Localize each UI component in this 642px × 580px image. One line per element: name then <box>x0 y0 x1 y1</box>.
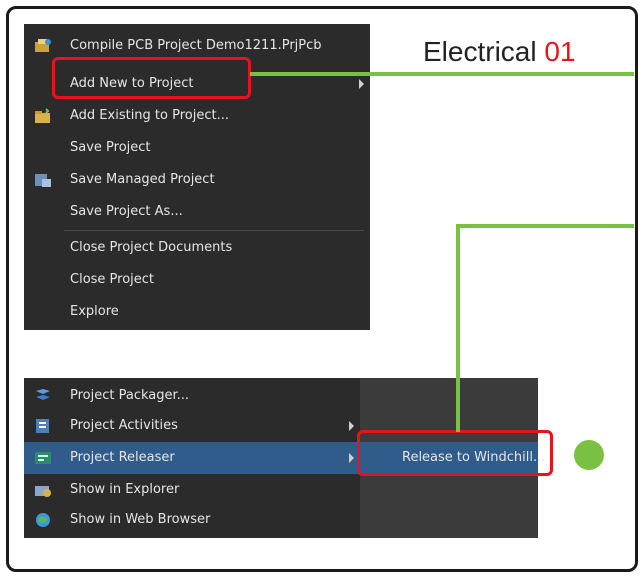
menu-item-packager[interactable]: Project Packager... <box>24 380 360 412</box>
globe-icon <box>34 512 52 528</box>
menu-item-activities[interactable]: Project Activities <box>24 410 360 442</box>
chevron-right-icon <box>359 79 364 89</box>
menu-item-label: Save Managed Project <box>70 172 215 187</box>
menu-item-label: Explore <box>70 304 119 319</box>
menu-item-releaser[interactable]: Project Releaser <box>24 442 360 474</box>
title-number: 01 <box>544 36 576 67</box>
menu-item-label: Show in Explorer <box>70 482 180 497</box>
menu-separator <box>64 230 364 231</box>
connector-line <box>456 224 460 432</box>
compile-icon <box>34 38 52 54</box>
explorer-icon <box>34 482 52 498</box>
menu-item-label: Close Project <box>70 272 155 287</box>
menu-item-label: Close Project Documents <box>70 240 233 255</box>
menu-item-save-as[interactable]: Save Project As... <box>24 196 370 228</box>
page-title: Electrical 01 <box>423 36 576 68</box>
highlight-add-new <box>52 57 251 99</box>
managed-project-icon <box>34 172 52 188</box>
menu-item-close-project[interactable]: Close Project <box>24 264 370 296</box>
menu-item-label: Add Existing to Project... <box>70 108 229 123</box>
menu-item-save-project[interactable]: Save Project <box>24 132 370 164</box>
highlight-release-windchill <box>357 430 553 476</box>
menu-item-label: Save Project <box>70 140 151 155</box>
menu-item-label: Show in Web Browser <box>70 512 211 527</box>
title-text: Electrical <box>423 36 537 67</box>
packager-icon <box>34 388 52 404</box>
menu-item-save-managed[interactable]: Save Managed Project <box>24 164 370 196</box>
releaser-icon <box>34 450 52 466</box>
menu-item-web-browser[interactable]: Show in Web Browser <box>24 504 360 536</box>
menu-item-explore[interactable]: Explore <box>24 296 370 328</box>
connector-line <box>250 72 634 76</box>
menu-item-label: Save Project As... <box>70 204 183 219</box>
menu-item-close-docs[interactable]: Close Project Documents <box>24 232 370 264</box>
chevron-right-icon <box>349 421 354 431</box>
menu-item-label: Project Packager... <box>70 388 190 403</box>
menu-item-label: Project Activities <box>70 418 178 433</box>
connector-line <box>456 224 634 228</box>
activities-icon <box>34 418 52 434</box>
chevron-right-icon <box>349 453 354 463</box>
menu-item-show-explorer[interactable]: Show in Explorer <box>24 474 360 506</box>
project-context-menu-lower: Project Packager... Project Activities P… <box>24 378 360 538</box>
menu-item-add-existing[interactable]: Add Existing to Project... <box>24 100 370 132</box>
step-marker-dot <box>574 440 604 470</box>
menu-item-label: Project Releaser <box>70 450 175 465</box>
folder-add-icon <box>34 108 52 124</box>
